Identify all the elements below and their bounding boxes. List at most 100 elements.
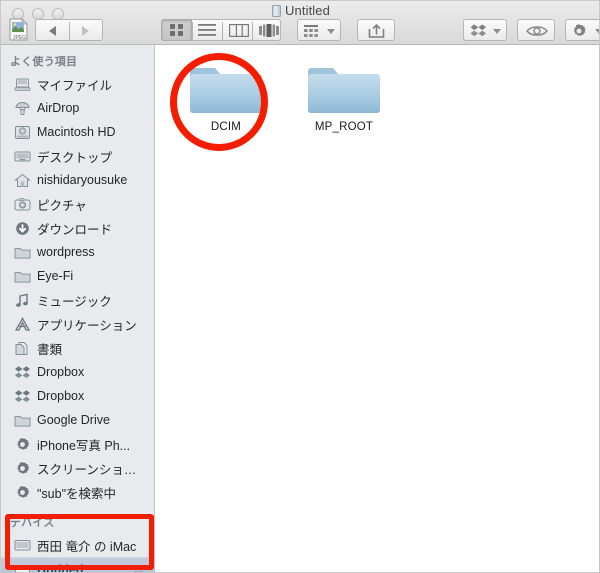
sidebar-item-imac[interactable]: 西田 竜介 の iMac xyxy=(1,533,154,557)
chevron-down-icon xyxy=(327,29,335,34)
sidebar-item-label: Dropbox xyxy=(37,365,85,379)
nav-divider xyxy=(69,22,70,40)
sidebar-item-label: 書類 xyxy=(37,342,63,357)
dropbox-icon xyxy=(470,24,487,37)
removable-disk-icon xyxy=(14,563,31,572)
quicklook-button[interactable] xyxy=(517,19,555,41)
applications-icon xyxy=(14,316,31,332)
sidebar-item-airdrop[interactable]: AirDrop xyxy=(1,96,154,120)
view-divider-2 xyxy=(222,22,223,40)
window-title: Untitled xyxy=(1,1,599,21)
back-button[interactable] xyxy=(49,26,56,36)
file-browser-content[interactable]: DCIM MP_ROOT xyxy=(156,45,599,572)
jpeg-file-icon[interactable]: JPEG xyxy=(9,18,28,41)
sidebar-item-label: Dropbox xyxy=(37,389,85,403)
downloads-icon xyxy=(14,221,31,236)
sidebar-item-label: アプリケーション xyxy=(37,318,137,333)
chevron-down-icon xyxy=(493,29,501,34)
myfiles-icon xyxy=(14,77,31,92)
drive-icon xyxy=(272,5,282,17)
svg-text:JPEG: JPEG xyxy=(13,35,26,41)
view-divider-3 xyxy=(252,22,253,40)
grid-icon xyxy=(170,24,183,36)
sidebar-item-documents[interactable]: 書類 xyxy=(1,336,154,360)
gear-icon xyxy=(14,437,31,452)
home-icon xyxy=(14,173,31,188)
sidebar-item-sub-search[interactable]: "sub"を検索中 xyxy=(1,480,154,504)
sidebar[interactable]: よく使う項目 マイファイル AirDrop Macintosh HD デスクトッ… xyxy=(1,45,155,573)
folder-icon xyxy=(308,59,380,117)
sidebar-item-label: マイファイル xyxy=(37,78,113,93)
sidebar-item-label: Macintosh HD xyxy=(37,125,116,139)
sidebar-item-label: Eye-Fi xyxy=(37,269,74,283)
view-divider-1 xyxy=(192,22,193,40)
dropbox-icon xyxy=(14,365,31,380)
airdrop-icon xyxy=(14,101,31,116)
list-view-button[interactable] xyxy=(198,24,216,36)
dropbox-button[interactable] xyxy=(463,19,507,41)
harddisk-icon xyxy=(14,125,31,140)
dropbox-icon xyxy=(14,389,31,404)
desktop-icon xyxy=(14,149,31,164)
gear-icon xyxy=(14,485,31,500)
folder-icon xyxy=(190,59,262,117)
forward-button[interactable] xyxy=(82,26,89,36)
sidebar-item-macintosh-hd[interactable]: Macintosh HD xyxy=(1,120,154,144)
sidebar-item-label: 西田 竜介 の iMac xyxy=(37,539,137,554)
sidebar-item-label: AirDrop xyxy=(37,101,80,115)
sidebar-item-dropbox-2[interactable]: Dropbox xyxy=(1,384,154,408)
sidebar-item-label: スクリーンショ… xyxy=(37,462,137,477)
share-arrow-icon xyxy=(368,24,385,38)
sidebar-item-myfiles[interactable]: マイファイル xyxy=(1,72,154,96)
coverflow-view-button[interactable] xyxy=(259,24,279,37)
sidebar-item-label: デスクトップ xyxy=(37,150,113,165)
gear-icon xyxy=(14,461,31,476)
folder-icon xyxy=(14,269,31,284)
sidebar-item-downloads[interactable]: ダウンロード xyxy=(1,216,154,240)
title-bar: Untitled JPEG xyxy=(1,1,599,45)
sidebar-item-eye-fi[interactable]: Eye-Fi xyxy=(1,264,154,288)
finder-window: Untitled JPEG よく使う項目 マイファイル AirDrop Maci… xyxy=(0,0,600,573)
arrange-button[interactable] xyxy=(297,19,341,41)
eye-icon xyxy=(526,26,548,36)
navigation-buttons xyxy=(35,19,103,41)
sidebar-item-pictures[interactable]: ピクチャ xyxy=(1,192,154,216)
sidebar-item-wordpress[interactable]: wordpress xyxy=(1,240,154,264)
sidebar-item-home[interactable]: nishidaryousuke xyxy=(1,168,154,192)
sidebar-item-applications[interactable]: アプリケーション xyxy=(1,312,154,336)
sidebar-item-label: ミュージック xyxy=(37,294,112,309)
sidebar-item-screenshots[interactable]: スクリーンショ… xyxy=(1,456,154,480)
sidebar-item-label: ダウンロード xyxy=(37,222,113,237)
pictures-icon xyxy=(14,197,31,212)
sidebar-item-iphone-photos[interactable]: iPhone写真 Ph... xyxy=(1,432,154,456)
sidebar-item-label: iPhone写真 Ph... xyxy=(37,438,131,453)
folder-icon xyxy=(14,413,31,428)
sidebar-item-music[interactable]: ミュージック xyxy=(1,288,154,312)
sidebar-section-favorites-header: よく使う項目 xyxy=(10,56,78,68)
chevron-down-icon xyxy=(595,29,599,34)
sidebar-item-label: wordpress xyxy=(37,245,95,259)
sidebar-item-untitled[interactable]: Untitled xyxy=(1,557,154,573)
file-name-label: MP_ROOT xyxy=(314,121,374,133)
eject-button[interactable] xyxy=(133,564,144,573)
gear-icon xyxy=(573,24,586,37)
sidebar-section-devices-header: デバイス xyxy=(10,517,55,529)
sidebar-item-desktop[interactable]: デスクトップ xyxy=(1,144,154,168)
sidebar-item-label: Google Drive xyxy=(37,413,110,427)
arrange-grid-icon xyxy=(304,25,318,37)
sidebar-item-label: "sub"を検索中 xyxy=(37,486,117,501)
column-view-button[interactable] xyxy=(229,24,249,37)
file-item-dcim[interactable]: DCIM xyxy=(178,59,274,133)
sidebar-item-google-drive[interactable]: Google Drive xyxy=(1,408,154,432)
sidebar-item-label: ピクチャ xyxy=(37,198,87,213)
share-button[interactable] xyxy=(357,19,395,41)
action-button[interactable] xyxy=(565,19,599,41)
file-item-mp-root[interactable]: MP_ROOT xyxy=(296,59,392,133)
sidebar-item-label: Untitled xyxy=(37,563,84,573)
folder-icon xyxy=(14,245,31,260)
sidebar-item-dropbox-1[interactable]: Dropbox xyxy=(1,360,154,384)
window-title-text: Untitled xyxy=(285,3,330,18)
music-icon xyxy=(14,293,31,308)
sidebar-item-label: nishidaryousuke xyxy=(37,173,128,187)
computer-icon xyxy=(14,538,31,553)
